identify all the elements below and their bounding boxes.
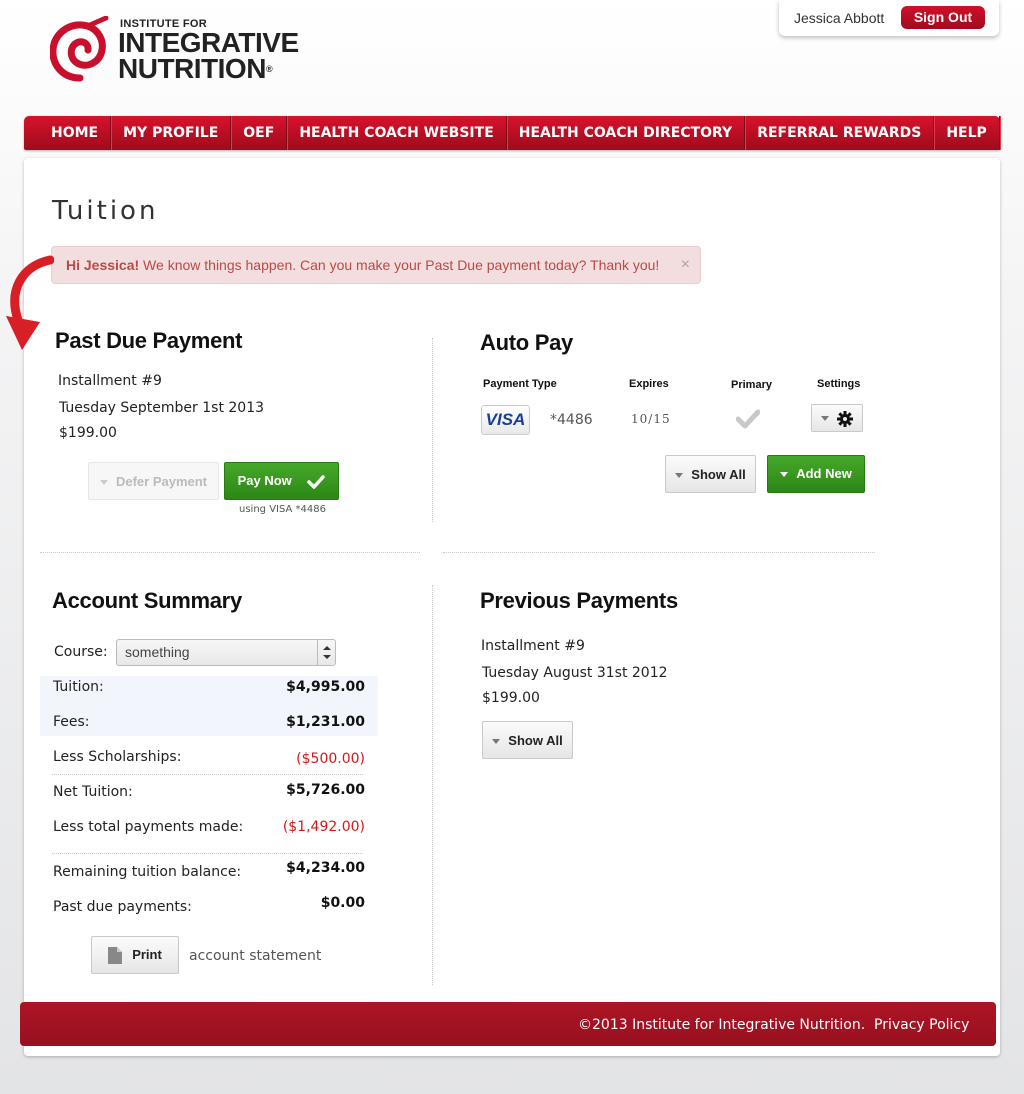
account-statement-label: account statement xyxy=(189,948,322,964)
nav-home[interactable]: HOME xyxy=(24,116,112,150)
pay-now-button[interactable]: Pay Now xyxy=(224,462,339,500)
logo-line-3: NUTRITION® xyxy=(118,53,273,84)
sign-out-button[interactable]: Sign Out xyxy=(901,6,985,29)
defer-payment-button[interactable]: Defer Payment xyxy=(88,462,219,500)
net-tuition-label: Net Tuition: xyxy=(53,784,133,800)
auto-pay-title: Auto Pay xyxy=(480,330,573,355)
summary-divider-2 xyxy=(52,853,363,854)
previous-date: Tuesday August 31st 2012 xyxy=(482,665,668,681)
settings-dropdown[interactable] xyxy=(811,404,863,432)
col-primary: Primary xyxy=(731,379,772,391)
card-expires: 10/15 xyxy=(631,412,671,426)
fees-value: $1,231.00 xyxy=(286,714,365,730)
divider-horizontal-left xyxy=(40,552,420,553)
add-new-button[interactable]: Add New xyxy=(767,455,865,493)
col-expires: Expires xyxy=(629,378,669,390)
using-card-note: using VISA *4486 xyxy=(239,504,326,515)
past-due-installment: Installment #9 xyxy=(58,373,162,389)
remaining-balance-value: $4,234.00 xyxy=(286,860,365,876)
alert-message: We know things happen. Can you make your… xyxy=(139,257,660,273)
previous-amount: $199.00 xyxy=(482,690,540,706)
past-due-amount: $199.00 xyxy=(59,425,117,441)
caret-down-icon xyxy=(675,473,684,479)
caret-down-icon xyxy=(99,480,108,486)
caret-down-icon xyxy=(492,739,501,745)
alert-greeting: Hi Jessica! xyxy=(66,257,140,273)
tuition-label: Tuition: xyxy=(53,679,104,695)
footer: ©2013 Institute for Integrative Nutritio… xyxy=(20,1002,996,1046)
scholarships-value: ($500.00) xyxy=(296,751,365,767)
main-nav: HOME MY PROFILE OEF HEALTH COACH WEBSITE… xyxy=(24,116,1000,150)
checkmark-icon xyxy=(307,474,326,489)
user-menu: Jessica Abbott Sign Out xyxy=(779,0,999,36)
caret-down-icon xyxy=(821,416,830,422)
summary-divider-1 xyxy=(52,774,363,775)
payments-made-value: ($1,492.00) xyxy=(282,819,365,835)
copyright: ©2013 Institute for Integrative Nutritio… xyxy=(578,1017,866,1033)
gear-icon xyxy=(836,410,853,427)
past-due-title: Past Due Payment xyxy=(55,328,243,353)
iin-logo[interactable]: INSTITUTE FOR INTEGRATIVE NUTRITION® xyxy=(50,16,320,86)
tuition-value: $4,995.00 xyxy=(286,679,365,695)
print-button[interactable]: Print xyxy=(91,936,179,974)
account-summary-title: Account Summary xyxy=(52,588,242,613)
past-due-date: Tuesday September 1st 2013 xyxy=(59,400,265,416)
previous-installment: Installment #9 xyxy=(481,638,585,654)
previous-show-all-button[interactable]: Show All xyxy=(482,721,573,759)
user-name[interactable]: Jessica Abbott xyxy=(794,10,884,26)
net-tuition-value: $5,726.00 xyxy=(286,782,365,798)
remaining-balance-label: Remaining tuition balance: xyxy=(53,864,242,880)
privacy-policy-link[interactable]: Privacy Policy xyxy=(874,1017,969,1033)
nav-referral-rewards[interactable]: REFERRAL REWARDS xyxy=(745,116,935,150)
previous-payments-title: Previous Payments xyxy=(480,588,678,613)
close-icon[interactable]: × xyxy=(681,247,690,283)
divider-horizontal-right xyxy=(443,552,875,553)
nav-health-coach-directory[interactable]: HEALTH COACH DIRECTORY xyxy=(507,116,746,150)
curved-arrow-icon xyxy=(6,255,54,350)
past-due-alert: Hi Jessica! We know things happen. Can y… xyxy=(51,246,701,284)
col-settings: Settings xyxy=(817,378,861,390)
past-due-payments-value: $0.00 xyxy=(320,895,365,911)
card-number: *4486 xyxy=(550,412,593,428)
nav-health-coach-website[interactable]: HEALTH COACH WEBSITE xyxy=(287,116,507,150)
visa-card-icon: VISA xyxy=(481,405,530,435)
nav-oef[interactable]: OEF xyxy=(231,116,288,150)
caret-down-icon xyxy=(780,472,789,478)
primary-check-icon[interactable] xyxy=(736,409,760,429)
page-title: Tuition xyxy=(52,196,159,226)
scholarships-label: Less Scholarships: xyxy=(53,749,182,765)
payments-made-label: Less total payments made: xyxy=(53,819,244,835)
divider-vertical-top xyxy=(432,338,433,522)
auto-pay-show-all-button[interactable]: Show All xyxy=(665,455,756,493)
spiral-icon xyxy=(50,16,109,82)
past-due-payments-label: Past due payments: xyxy=(53,899,192,915)
nav-my-profile[interactable]: MY PROFILE xyxy=(111,116,232,150)
document-icon xyxy=(108,947,123,965)
col-payment-type: Payment Type xyxy=(483,378,557,390)
course-select[interactable]: something xyxy=(116,639,336,666)
divider-vertical-bottom xyxy=(432,585,433,985)
select-arrows-icon xyxy=(317,640,335,665)
fees-label: Fees: xyxy=(53,714,90,730)
course-label: Course: xyxy=(54,644,108,660)
nav-help[interactable]: HELP xyxy=(934,116,1000,150)
